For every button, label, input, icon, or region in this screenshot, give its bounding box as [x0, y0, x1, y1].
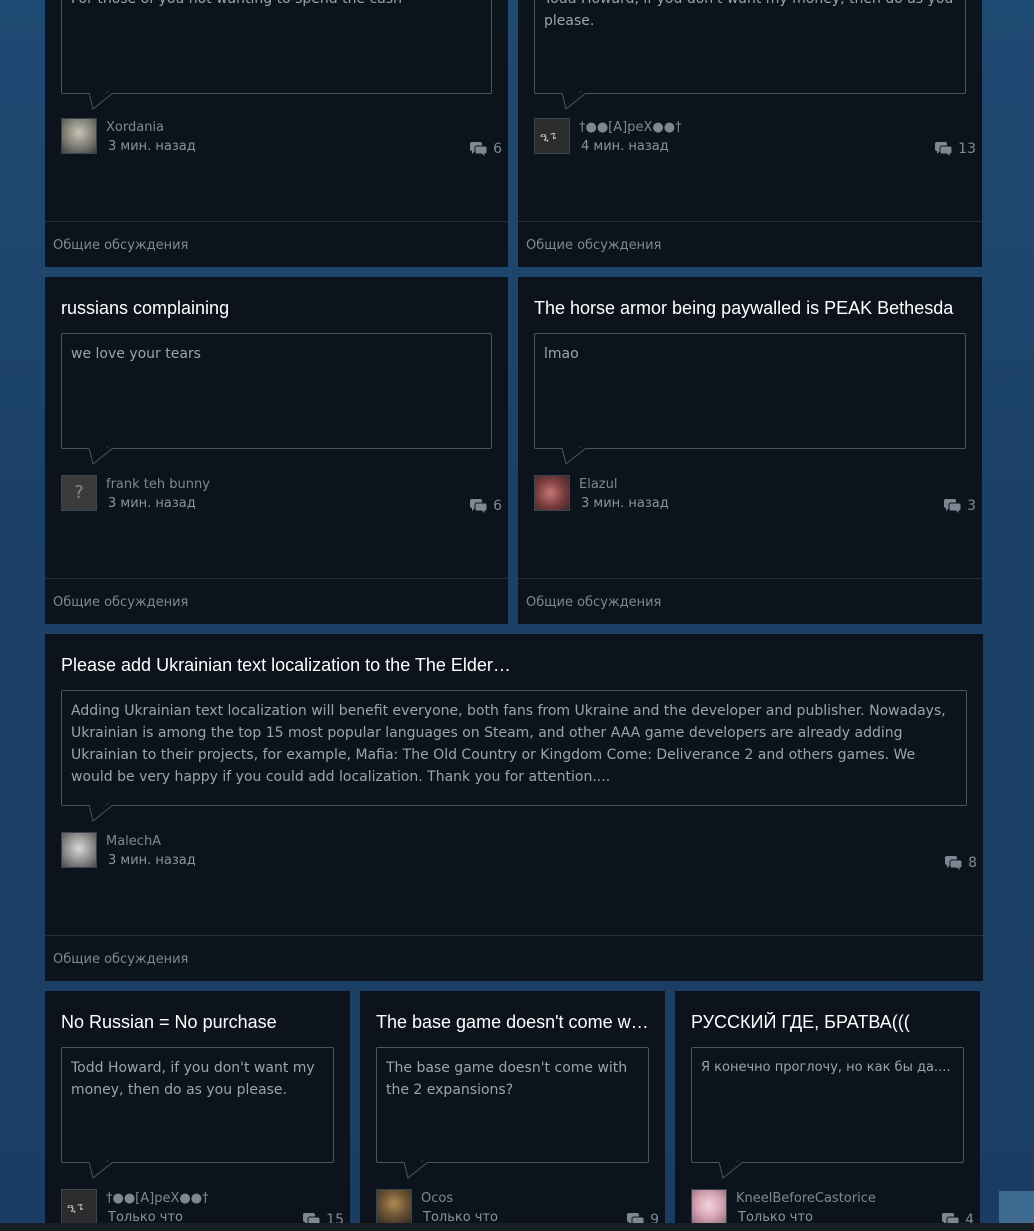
reply-count: 13 [935, 141, 976, 157]
speech-tail [562, 448, 586, 465]
discussion-card[interactable]: РУССКИЙ ГДЕ, БРАТВА((( Я конечно проглоч… [675, 991, 980, 1231]
discussion-title[interactable]: Please add Ukrainian text localization t… [61, 655, 967, 676]
avatar[interactable] [376, 1189, 412, 1225]
discussion-card[interactable]: No Russian = No purchase Todd Howard, if… [45, 991, 350, 1231]
avatar[interactable] [61, 832, 97, 868]
discussion-title[interactable]: РУССКИЙ ГДЕ, БРАТВА((( [691, 1012, 964, 1033]
chat-bubbles-icon [935, 141, 953, 156]
speech-tail [89, 448, 113, 465]
card-footer[interactable]: Общие обсуждения [518, 578, 982, 624]
discussion-title[interactable]: No Russian = No purchase [61, 1012, 334, 1033]
post-preview: we love your tears [61, 333, 492, 449]
discussion-card[interactable]: russians complaining we love your tears … [45, 277, 508, 624]
svg-text:ዒ: ዒ [67, 1201, 76, 1215]
card-footer[interactable]: Общие обсуждения [518, 221, 982, 267]
post-preview: lmao [534, 333, 966, 449]
avatar[interactable] [534, 475, 570, 511]
avatar[interactable]: ዒጜ [61, 1189, 97, 1225]
forum-category[interactable]: Общие обсуждения [53, 595, 188, 610]
post-preview: Adding Ukrainian text localization will … [61, 690, 967, 806]
speech-tail [89, 1162, 113, 1179]
author-name[interactable]: KneelBeforeCastorice [736, 1191, 876, 1206]
reply-count: 6 [470, 141, 502, 157]
card-footer[interactable]: Общие обсуждения [45, 935, 983, 981]
discussion-title[interactable]: The base game doesn't come w… [376, 1012, 649, 1033]
avatar[interactable]: ? [61, 475, 97, 511]
post-time: 4 мин. назад [581, 139, 669, 154]
discussion-title[interactable]: russians complaining [61, 298, 492, 319]
card-footer[interactable]: Общие обсуждения [45, 578, 508, 624]
card-footer[interactable]: Общие обсуждения [45, 221, 508, 267]
author-name[interactable]: frank teh bunny [106, 477, 210, 492]
post-preview: The base game doesn't come with the 2 ex… [376, 1047, 649, 1163]
svg-text:ጜ: ጜ [550, 132, 556, 142]
forum-category[interactable]: Общие обсуждения [53, 952, 188, 967]
speech-tail [719, 1162, 743, 1179]
author-name[interactable]: Ocos [421, 1191, 453, 1206]
speech-tail [404, 1162, 428, 1179]
post-preview: Todd Howard, if you don't want my money,… [534, 0, 966, 94]
author-name[interactable]: MalechA [106, 834, 161, 849]
chat-bubbles-icon [470, 141, 488, 156]
discussion-card[interactable]: Please add Ukrainian text localization t… [45, 634, 983, 981]
author-name[interactable]: Elazul [579, 477, 617, 492]
reply-count: 8 [945, 855, 977, 871]
author-name[interactable]: †●●[A]peX●●† [106, 1191, 209, 1206]
chat-bubbles-icon [944, 498, 962, 513]
reply-count: 3 [944, 498, 976, 514]
author-name[interactable]: †●●[A]peX●●† [579, 120, 682, 135]
post-preview: Я конечно проглочу, но как бы да.... [691, 1047, 964, 1163]
forum-category[interactable]: Общие обсуждения [53, 238, 188, 253]
post-preview: Todd Howard, if you don't want my money,… [61, 1047, 334, 1163]
post-preview: For those of you not wanting to spend th… [61, 0, 492, 94]
avatar[interactable] [61, 118, 97, 154]
reply-count: 6 [470, 498, 502, 514]
author-name[interactable]: Xordania [106, 120, 164, 135]
svg-text:ጜ: ጜ [77, 1203, 83, 1213]
forum-category[interactable]: Общие обсуждения [526, 238, 661, 253]
post-time: 3 мин. назад [108, 853, 196, 868]
chat-bubbles-icon [945, 855, 963, 870]
speech-tail [89, 93, 113, 110]
discussion-card[interactable]: The base game doesn't come w… The base g… [360, 991, 665, 1231]
chat-bubbles-icon [470, 498, 488, 513]
svg-text:ዒ: ዒ [540, 130, 549, 144]
post-time: 3 мин. назад [581, 496, 669, 511]
bottom-bar [0, 1223, 1034, 1231]
discussion-card[interactable]: For those of you not wanting to spend th… [45, 0, 508, 267]
discussion-card[interactable]: Todd Howard, if you don't want my money,… [518, 0, 982, 267]
speech-tail [89, 805, 113, 822]
avatar[interactable] [691, 1189, 727, 1225]
post-time: 3 мин. назад [108, 496, 196, 511]
scroll-to-top-button[interactable] [999, 1191, 1034, 1223]
speech-tail [562, 93, 586, 110]
avatar[interactable]: ዒጜ [534, 118, 570, 154]
discussion-card[interactable]: The horse armor being paywalled is PEAK … [518, 277, 982, 624]
forum-category[interactable]: Общие обсуждения [526, 595, 661, 610]
discussion-title[interactable]: The horse armor being paywalled is PEAK … [534, 298, 966, 319]
post-time: 3 мин. назад [108, 139, 196, 154]
